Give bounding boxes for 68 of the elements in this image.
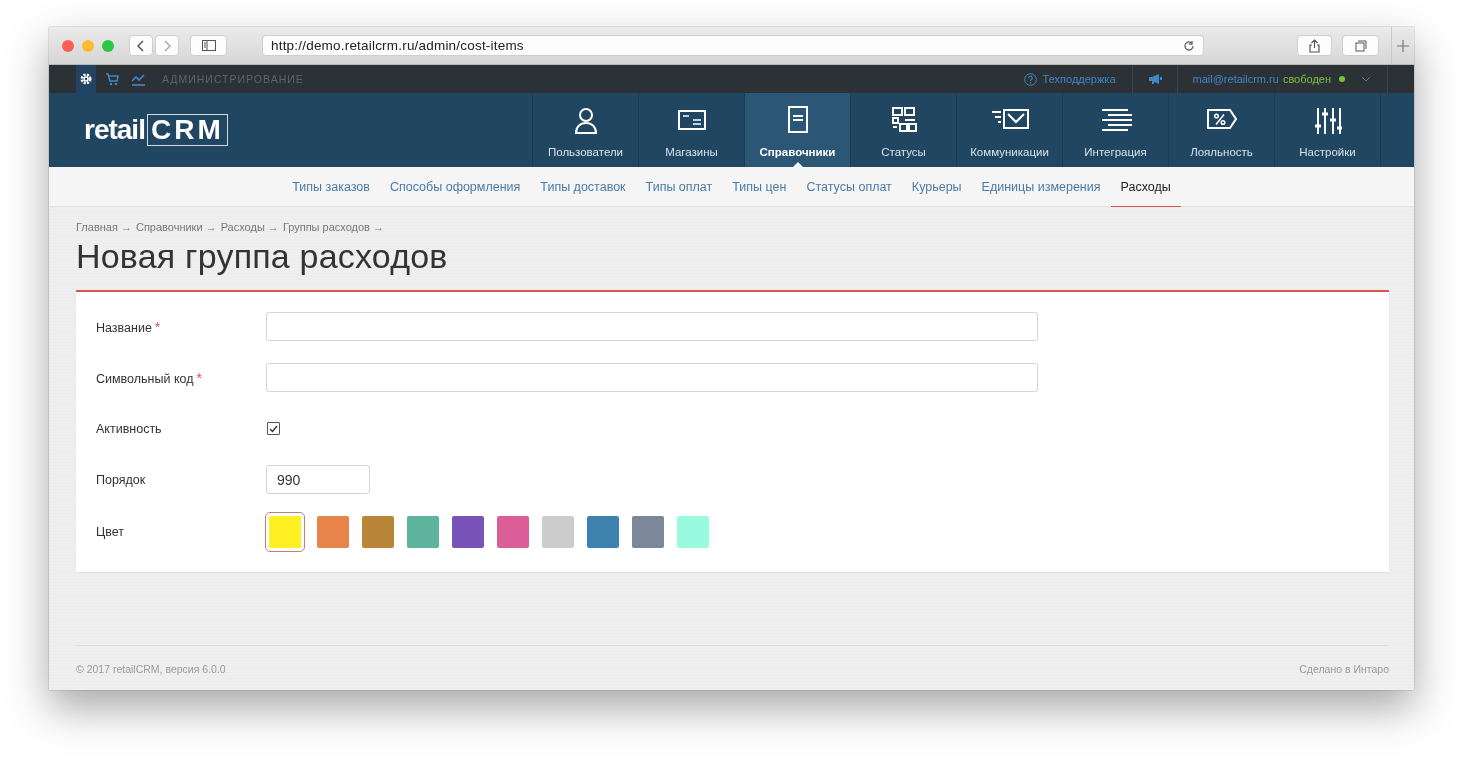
subnav-tab[interactable]: Типы заказов	[282, 167, 380, 207]
field-label: Символьный код	[96, 371, 194, 386]
subnav-tab[interactable]: Типы доставок	[530, 167, 636, 207]
chevron-left-icon	[137, 39, 145, 52]
subnav-tab[interactable]: Типы оплат	[635, 167, 723, 207]
close-button[interactable]	[62, 39, 74, 52]
subnav-tab[interactable]: Способы оформления	[379, 167, 531, 207]
subnav-tab[interactable]: Курьеры	[901, 167, 972, 207]
color-swatch[interactable]	[362, 516, 394, 548]
field-label: Активность	[96, 421, 162, 436]
maximize-button[interactable]	[102, 39, 114, 52]
color-swatch[interactable]	[497, 516, 529, 548]
subnav-tab[interactable]: Типы цен	[722, 167, 797, 207]
sidebar-button[interactable]	[190, 35, 227, 56]
lines-icon	[1099, 106, 1132, 134]
check-icon	[269, 424, 278, 433]
color-swatch[interactable]	[452, 516, 484, 548]
nav-item[interactable]: Справочники	[745, 93, 851, 167]
color-swatch[interactable]	[542, 516, 574, 548]
breadcrumb-link[interactable]: Расходы →	[220, 221, 279, 233]
tabs-button[interactable]	[1342, 35, 1379, 56]
reload-icon[interactable]	[1183, 39, 1195, 52]
back-button[interactable]	[129, 35, 153, 56]
color-swatch[interactable]	[632, 516, 664, 548]
field-label: Порядок	[96, 472, 146, 487]
checkbox[interactable]	[267, 422, 280, 435]
color-swatch[interactable]	[407, 516, 439, 548]
minimize-button[interactable]	[82, 39, 94, 52]
grid-icon	[889, 106, 918, 134]
gear-tab[interactable]	[76, 65, 96, 93]
subnav-tab[interactable]: Статусы оплат	[796, 167, 902, 207]
copyright-text: © 2017 retailCRM, версия 6.0.0	[76, 663, 226, 675]
color-swatch[interactable]	[317, 516, 349, 548]
field-label: Цвет	[96, 525, 124, 539]
tabs-icon	[1354, 39, 1367, 52]
share-button[interactable]	[1297, 35, 1332, 56]
user-email[interactable]: mail@retailcrm.ru	[1192, 73, 1279, 85]
breadcrumb-link[interactable]: Группы расходов →	[282, 221, 384, 233]
breadcrumb-link[interactable]: Справочники →	[135, 221, 217, 233]
support-link[interactable]: Техподдержка	[1042, 73, 1116, 85]
chart-icon	[131, 72, 145, 86]
share-icon	[1309, 38, 1320, 53]
number-field[interactable]: 990	[266, 465, 370, 494]
megaphone-icon[interactable]	[1147, 73, 1162, 85]
plus-icon	[1397, 39, 1409, 52]
address-field[interactable]: http://demo.retailcrm.ru/admin/cost-items	[262, 35, 1204, 56]
forward-button[interactable]	[155, 35, 179, 56]
sidebar-icon	[201, 40, 216, 51]
cart-icon	[105, 72, 119, 86]
text-field[interactable]	[266, 363, 1038, 392]
breadcrumb-link[interactable]: Главная →	[76, 221, 132, 233]
subnav-tab[interactable]: Единицы измерения	[971, 167, 1111, 207]
field-label: Название	[96, 320, 152, 335]
color-swatch[interactable]	[587, 516, 619, 548]
page-title: Новая группа расходов	[76, 237, 449, 276]
chevron-right-icon	[163, 39, 171, 52]
logo[interactable]: retail CRM	[49, 93, 532, 167]
user-status: свободен	[1282, 73, 1331, 85]
credit-text: Сделано в Интаро	[1299, 663, 1389, 675]
help-icon	[1023, 72, 1037, 86]
color-swatch[interactable]	[677, 516, 709, 548]
required-mark: *	[154, 318, 161, 335]
sliders-icon	[1313, 106, 1342, 134]
required-mark: *	[196, 369, 202, 386]
gear-icon	[79, 72, 93, 86]
status-dot	[1339, 76, 1345, 82]
chevron-down-icon[interactable]	[1361, 76, 1371, 82]
text-field[interactable]	[266, 312, 1038, 341]
